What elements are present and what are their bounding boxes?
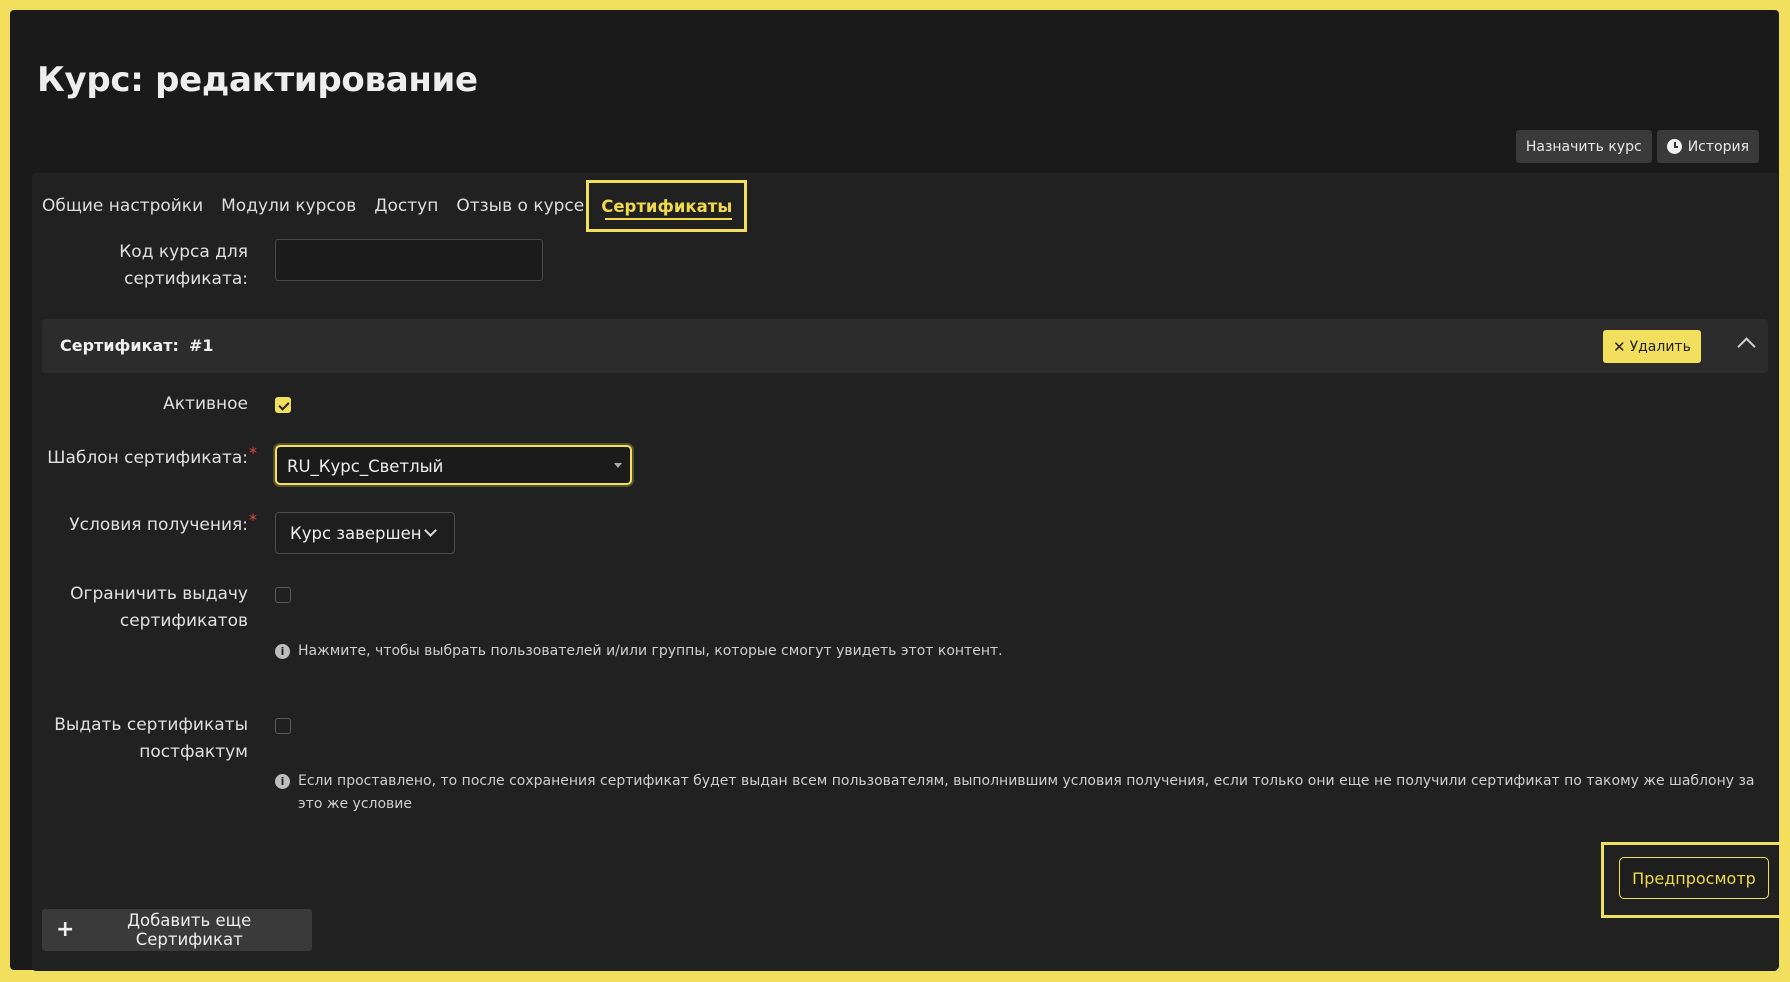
delete-label: Удалить [1629,338,1691,355]
conditions-label: Условия получения: * [69,510,257,539]
tab-course-modules[interactable]: Модули курсов [212,196,365,216]
tab-access[interactable]: Доступ [365,196,447,216]
chevron-up-icon[interactable] [1737,337,1756,356]
tabs-bar: Общие настройки Модули курсов Доступ Отз… [42,180,748,232]
restrict-checkbox[interactable] [275,587,291,603]
template-label-text: Шаблон сертификата: [47,448,248,468]
restrict-label: Ограничить выдачу сертификатов [70,584,248,631]
tab-course-feedback[interactable]: Отзыв о курсе [447,196,586,216]
certificate-title-label: Сертификат: [60,336,179,355]
add-certificate-button[interactable]: + Добавить еще Сертификат [42,909,312,951]
preview-button[interactable]: Предпросмотр [1619,857,1769,899]
info-icon: i [275,774,290,789]
assign-course-label: Назначить курс [1525,138,1642,155]
tab-general-settings[interactable]: Общие настройки [42,196,212,216]
delete-certificate-button[interactable]: ✕ Удалить [1603,330,1701,363]
history-button[interactable]: История [1656,130,1759,163]
required-mark: * [249,443,257,462]
plus-icon: + [56,917,75,942]
caret-down-icon [614,463,622,468]
restrict-hint-text: Нажмите, чтобы выбрать пользователей и/и… [298,643,1003,659]
top-actions: Назначить курс История [1515,130,1759,163]
active-checkbox[interactable] [275,397,291,413]
course-code-label: Код курса для сертификата: [119,242,248,289]
history-label: История [1687,138,1749,155]
template-label: Шаблон сертификата: * [47,443,257,472]
conditions-select-value: Курс завершен [290,524,422,543]
active-label: Активное [163,394,248,414]
postfactum-label: Выдать сертификаты постфактум [54,715,248,762]
app-frame: Курс: редактирование Назначить курс Исто… [10,10,1785,971]
assign-course-button[interactable]: Назначить курс [1515,130,1652,163]
conditions-select[interactable]: Курс завершен [275,512,455,554]
restrict-hint: i Нажмите, чтобы выбрать пользователей и… [275,640,1735,663]
postfactum-hint-text: Если проставлено, то после сохранения се… [298,773,1755,812]
postfactum-hint: i Если проставлено, то после сохранения … [275,770,1765,816]
edit-panel: Общие настройки Модули курсов Доступ Отз… [32,173,1785,971]
certificate-title: Сертификат: #1 [60,336,214,355]
conditions-label-text: Условия получения: [69,515,248,535]
template-select-value: RU_Курс_Светлый [287,457,444,476]
required-mark: * [249,510,257,529]
course-code-input[interactable] [275,239,543,281]
add-certificate-label: Добавить еще Сертификат [127,911,252,949]
tab-certificates[interactable]: Сертификаты [586,180,748,232]
clock-icon [1666,139,1682,154]
preview-highlight: Предпросмотр [1601,842,1785,918]
template-select[interactable]: RU_Курс_Светлый [275,445,632,485]
page-title: Курс: редактирование [37,60,478,100]
close-icon: ✕ [1613,337,1626,356]
certificate-number: #1 [188,336,214,355]
chevron-down-icon [424,524,437,537]
info-icon: i [275,644,290,659]
postfactum-checkbox[interactable] [275,718,291,734]
certificate-header: Сертификат: #1 ✕ Удалить [42,319,1768,373]
